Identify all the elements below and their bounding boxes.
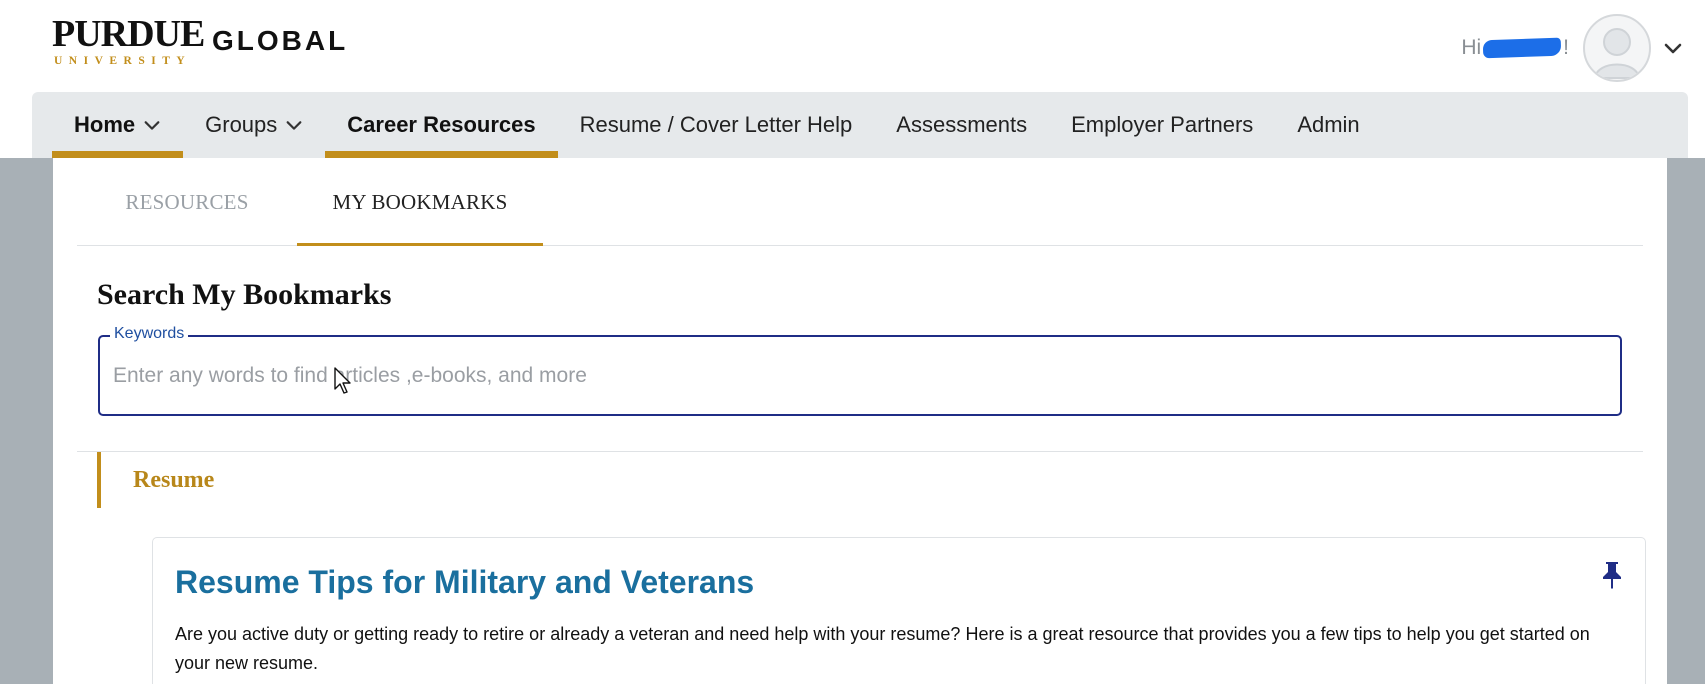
- nav-item-label: Admin: [1297, 112, 1360, 137]
- content-card: RESOURCES MY BOOKMARKS Search My Bookmar…: [53, 158, 1667, 684]
- section-divider: [77, 451, 1643, 452]
- nav-item-label: Career Resources: [347, 112, 536, 137]
- nav-item-assessments[interactable]: Assessments: [874, 92, 1049, 158]
- search-heading: Search My Bookmarks: [97, 278, 392, 311]
- resume-section-header: Resume: [97, 452, 214, 508]
- chevron-down-icon: [144, 121, 160, 130]
- user-menu[interactable]: Hi!: [1461, 14, 1683, 82]
- nav-item-label: Employer Partners: [1071, 112, 1254, 137]
- user-greeting: Hi!: [1461, 36, 1569, 60]
- nav-item-label: Home: [74, 112, 136, 137]
- nav-item-label: Resume / Cover Letter Help: [579, 112, 853, 137]
- logo-global-text: GLOBAL: [212, 25, 348, 56]
- greeting-prefix: Hi: [1461, 36, 1482, 59]
- bookmark-card: Resume Tips for Military and Veterans Ar…: [152, 537, 1646, 684]
- bookmark-description: Are you active duty or getting ready to …: [175, 624, 1590, 673]
- nav-item-label: Groups: [205, 112, 278, 137]
- logo-university-text: UNIVERSITY: [54, 55, 191, 67]
- keywords-label: Keywords: [110, 325, 189, 343]
- purdue-global-logo[interactable]: PURDUE UNIVERSITY GLOBAL: [52, 12, 382, 72]
- keywords-input[interactable]: [113, 359, 1603, 393]
- tab-label: RESOURCES: [125, 189, 249, 214]
- section-title: Resume: [133, 466, 215, 493]
- tab-my-bookmarks[interactable]: MY BOOKMARKS: [297, 158, 543, 246]
- chevron-down-icon: [286, 121, 302, 130]
- nav-item-admin[interactable]: Admin: [1275, 92, 1381, 158]
- user-avatar-icon[interactable]: [1583, 14, 1651, 82]
- greeting-suffix: !: [1563, 36, 1569, 59]
- page-header: PURDUE UNIVERSITY GLOBAL Hi!: [0, 0, 1705, 92]
- nav-item-home[interactable]: Home: [52, 92, 184, 158]
- tab-label: MY BOOKMARKS: [332, 189, 508, 214]
- tab-resources[interactable]: RESOURCES: [77, 158, 297, 246]
- nav-item-career-resources[interactable]: Career Resources: [325, 92, 558, 158]
- nav-item-groups[interactable]: Groups: [183, 92, 325, 158]
- logo-purdue-text: PURDUE: [52, 13, 204, 55]
- nav-item-label: Assessments: [896, 112, 1028, 137]
- resource-tabs: RESOURCES MY BOOKMARKS: [77, 158, 1643, 246]
- main-nav: Home Groups Career Resources Resume / Co…: [32, 92, 1688, 158]
- bookmark-title-link[interactable]: Resume Tips for Military and Veterans: [175, 564, 754, 601]
- redacted-username: [1482, 38, 1562, 59]
- nav-item-resume-cover-letter-help[interactable]: Resume / Cover Letter Help: [558, 92, 875, 158]
- chevron-down-icon[interactable]: [1663, 38, 1683, 58]
- keywords-field[interactable]: Keywords: [98, 325, 1622, 416]
- nav-item-employer-partners[interactable]: Employer Partners: [1049, 92, 1275, 158]
- pin-icon[interactable]: [1599, 560, 1625, 590]
